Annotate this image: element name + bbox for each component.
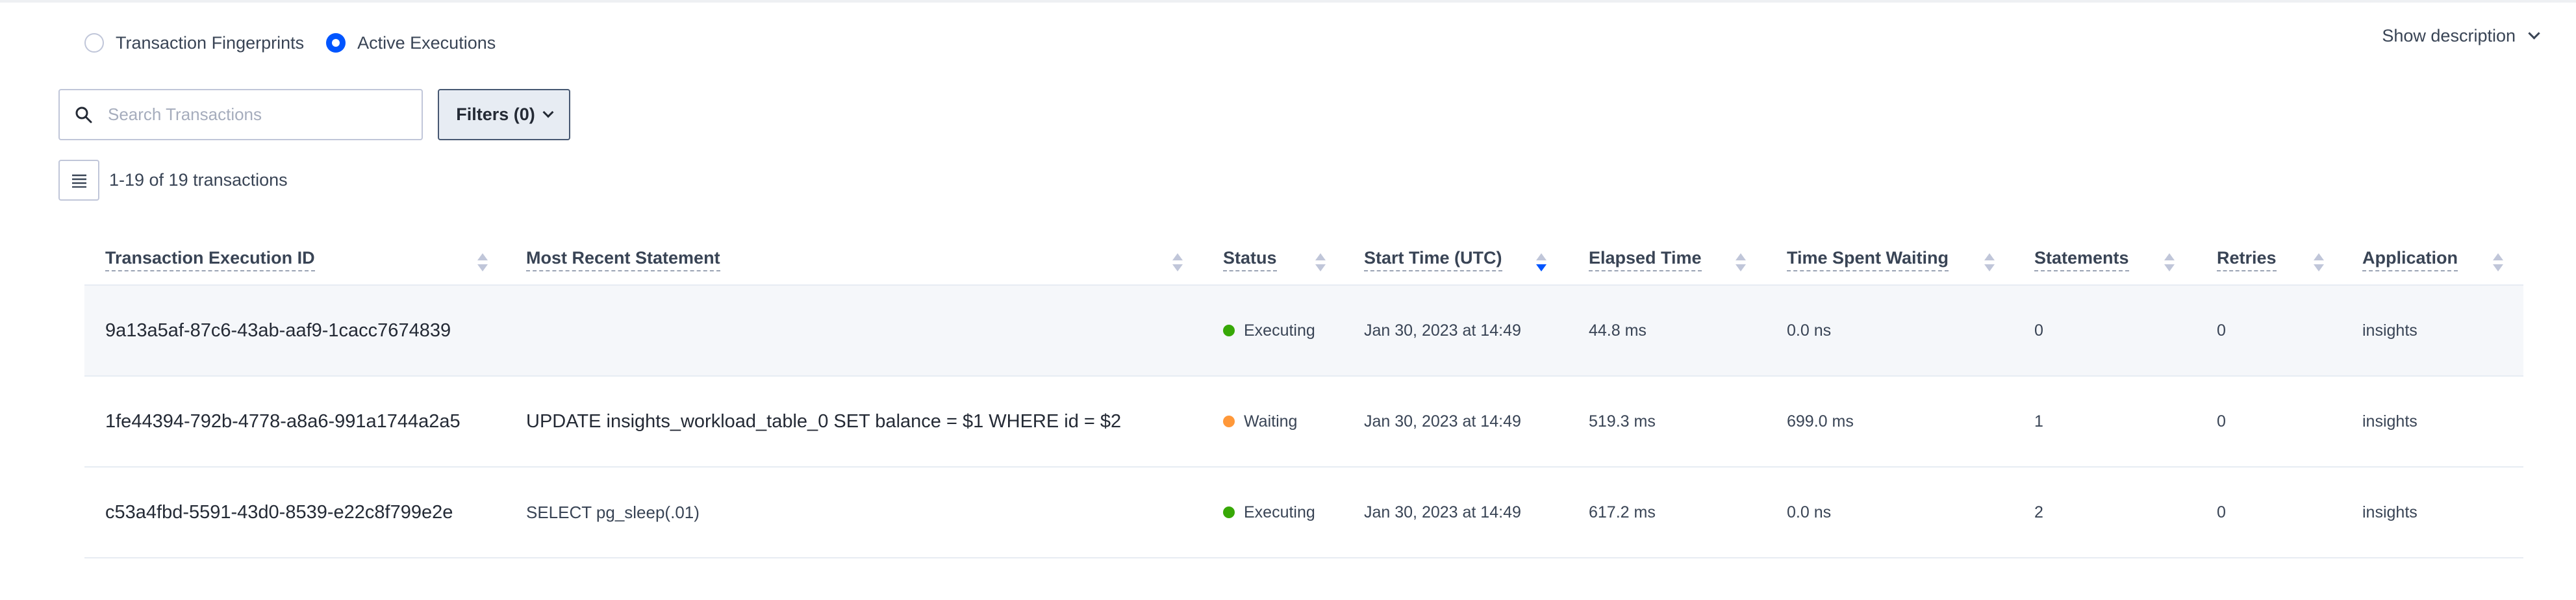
application-cell: insights [2362,321,2418,340]
sort-icon[interactable] [2493,253,2503,273]
column-header-statement: Most Recent Statement [526,234,720,286]
top-divider [0,0,2576,3]
column-header-status: Status [1223,234,1277,286]
application-cell: insights [2362,503,2418,521]
radio-unchecked-icon [84,33,104,53]
elapsed-time-cell: 519.3 ms [1589,412,1656,431]
sort-icon[interactable] [1736,253,1746,273]
column-header-label[interactable]: Elapsed Time [1589,248,1702,271]
status-badge: Executing [1223,468,1315,557]
show-description-toggle[interactable]: Show description [2382,26,2540,46]
filters-button[interactable]: Filters (0) [438,89,570,140]
retries-cell: 0 [2217,503,2226,521]
column-selector-button[interactable] [58,160,99,201]
status-label: Executing [1244,321,1315,340]
chevron-down-icon [2528,27,2540,40]
status-label: Waiting [1244,412,1298,431]
result-count: 1-19 of 19 transactions [109,170,288,190]
filters-label: Filters (0) [456,105,535,124]
column-header-label[interactable]: Retries [2217,248,2277,271]
sort-icon[interactable] [477,253,488,273]
search-box[interactable] [58,89,423,140]
column-header-time-waiting: Time Spent Waiting [1787,234,1949,286]
column-header-label[interactable]: Most Recent Statement [526,248,720,271]
chevron-down-icon [542,106,554,118]
search-icon [75,106,92,123]
status-label: Executing [1244,503,1315,521]
column-header-label[interactable]: Status [1223,248,1277,271]
retries-cell: 0 [2217,321,2226,340]
transactions-table: Transaction Execution ID Most Recent Sta… [84,234,2523,558]
statements-cell: 0 [2034,321,2043,340]
transaction-id-link[interactable]: 1fe44394-792b-4778-a8a6-991a1744a2a5 [105,377,461,466]
sort-icon[interactable] [1984,253,1995,273]
time-waiting-cell: 699.0 ms [1787,412,1854,431]
list-icon [71,174,86,188]
column-header-statements: Statements [2034,234,2129,286]
column-header-elapsed-time: Elapsed Time [1589,234,1702,286]
view-switch: Transaction Fingerprints Active Executio… [84,30,518,56]
column-header-label[interactable]: Start Time (UTC) [1364,248,1502,271]
start-time-cell: Jan 30, 2023 at 14:49 [1364,503,1521,521]
status-badge: Executing [1223,286,1315,375]
status-dot-icon [1223,506,1235,518]
column-header-label[interactable]: Time Spent Waiting [1787,248,1949,271]
radio-checked-icon [326,33,346,53]
time-waiting-cell: 0.0 ns [1787,321,1832,340]
search-input[interactable] [108,105,413,125]
time-waiting-cell: 0.0 ns [1787,503,1832,521]
radio-label: Active Executions [357,32,496,53]
table-row[interactable]: 9a13a5af-87c6-43ab-aaf9-1cacc7674839 Exe… [84,286,2523,377]
start-time-cell: Jan 30, 2023 at 14:49 [1364,412,1521,431]
radio-active-executions[interactable]: Active Executions [326,33,496,53]
radio-transaction-fingerprints[interactable]: Transaction Fingerprints [84,33,304,53]
radio-label: Transaction Fingerprints [116,32,305,53]
transaction-id-link[interactable]: 9a13a5af-87c6-43ab-aaf9-1cacc7674839 [105,286,451,375]
retries-cell: 0 [2217,412,2226,431]
statements-cell: 1 [2034,412,2043,431]
transaction-id-link[interactable]: c53a4fbd-5591-43d0-8539-e22c8f799e2e [105,468,453,557]
elapsed-time-cell: 617.2 ms [1589,503,1656,521]
start-time-cell: Jan 30, 2023 at 14:49 [1364,321,1521,340]
table-header: Transaction Execution ID Most Recent Sta… [84,234,2523,286]
show-description-label: Show description [2382,26,2516,45]
sort-descending-icon[interactable] [1536,253,1547,273]
column-header-label[interactable]: Statements [2034,248,2129,271]
elapsed-time-cell: 44.8 ms [1589,321,1647,340]
column-header-retries: Retries [2217,234,2277,286]
table-row[interactable]: 1fe44394-792b-4778-a8a6-991a1744a2a5 UPD… [84,377,2523,468]
statement-cell: UPDATE insights_workload_table_0 SET bal… [526,410,1122,432]
sort-icon[interactable] [2164,253,2175,273]
column-header-label[interactable]: Application [2362,248,2458,271]
column-header-label[interactable]: Transaction Execution ID [105,248,315,271]
column-header-start-time: Start Time (UTC) [1364,234,1502,286]
sort-icon[interactable] [1172,253,1183,273]
status-badge: Waiting [1223,377,1297,466]
table-row[interactable]: c53a4fbd-5591-43d0-8539-e22c8f799e2e SEL… [84,468,2523,558]
statement-cell: SELECT pg_sleep(.01) [526,502,700,522]
column-header-application: Application [2362,234,2458,286]
sort-icon[interactable] [1315,253,1326,273]
application-cell: insights [2362,412,2418,431]
statements-cell: 2 [2034,503,2043,521]
status-dot-icon [1223,325,1235,336]
sort-icon[interactable] [2314,253,2324,273]
status-dot-icon [1223,416,1235,427]
column-header-transaction-id: Transaction Execution ID [105,234,315,286]
